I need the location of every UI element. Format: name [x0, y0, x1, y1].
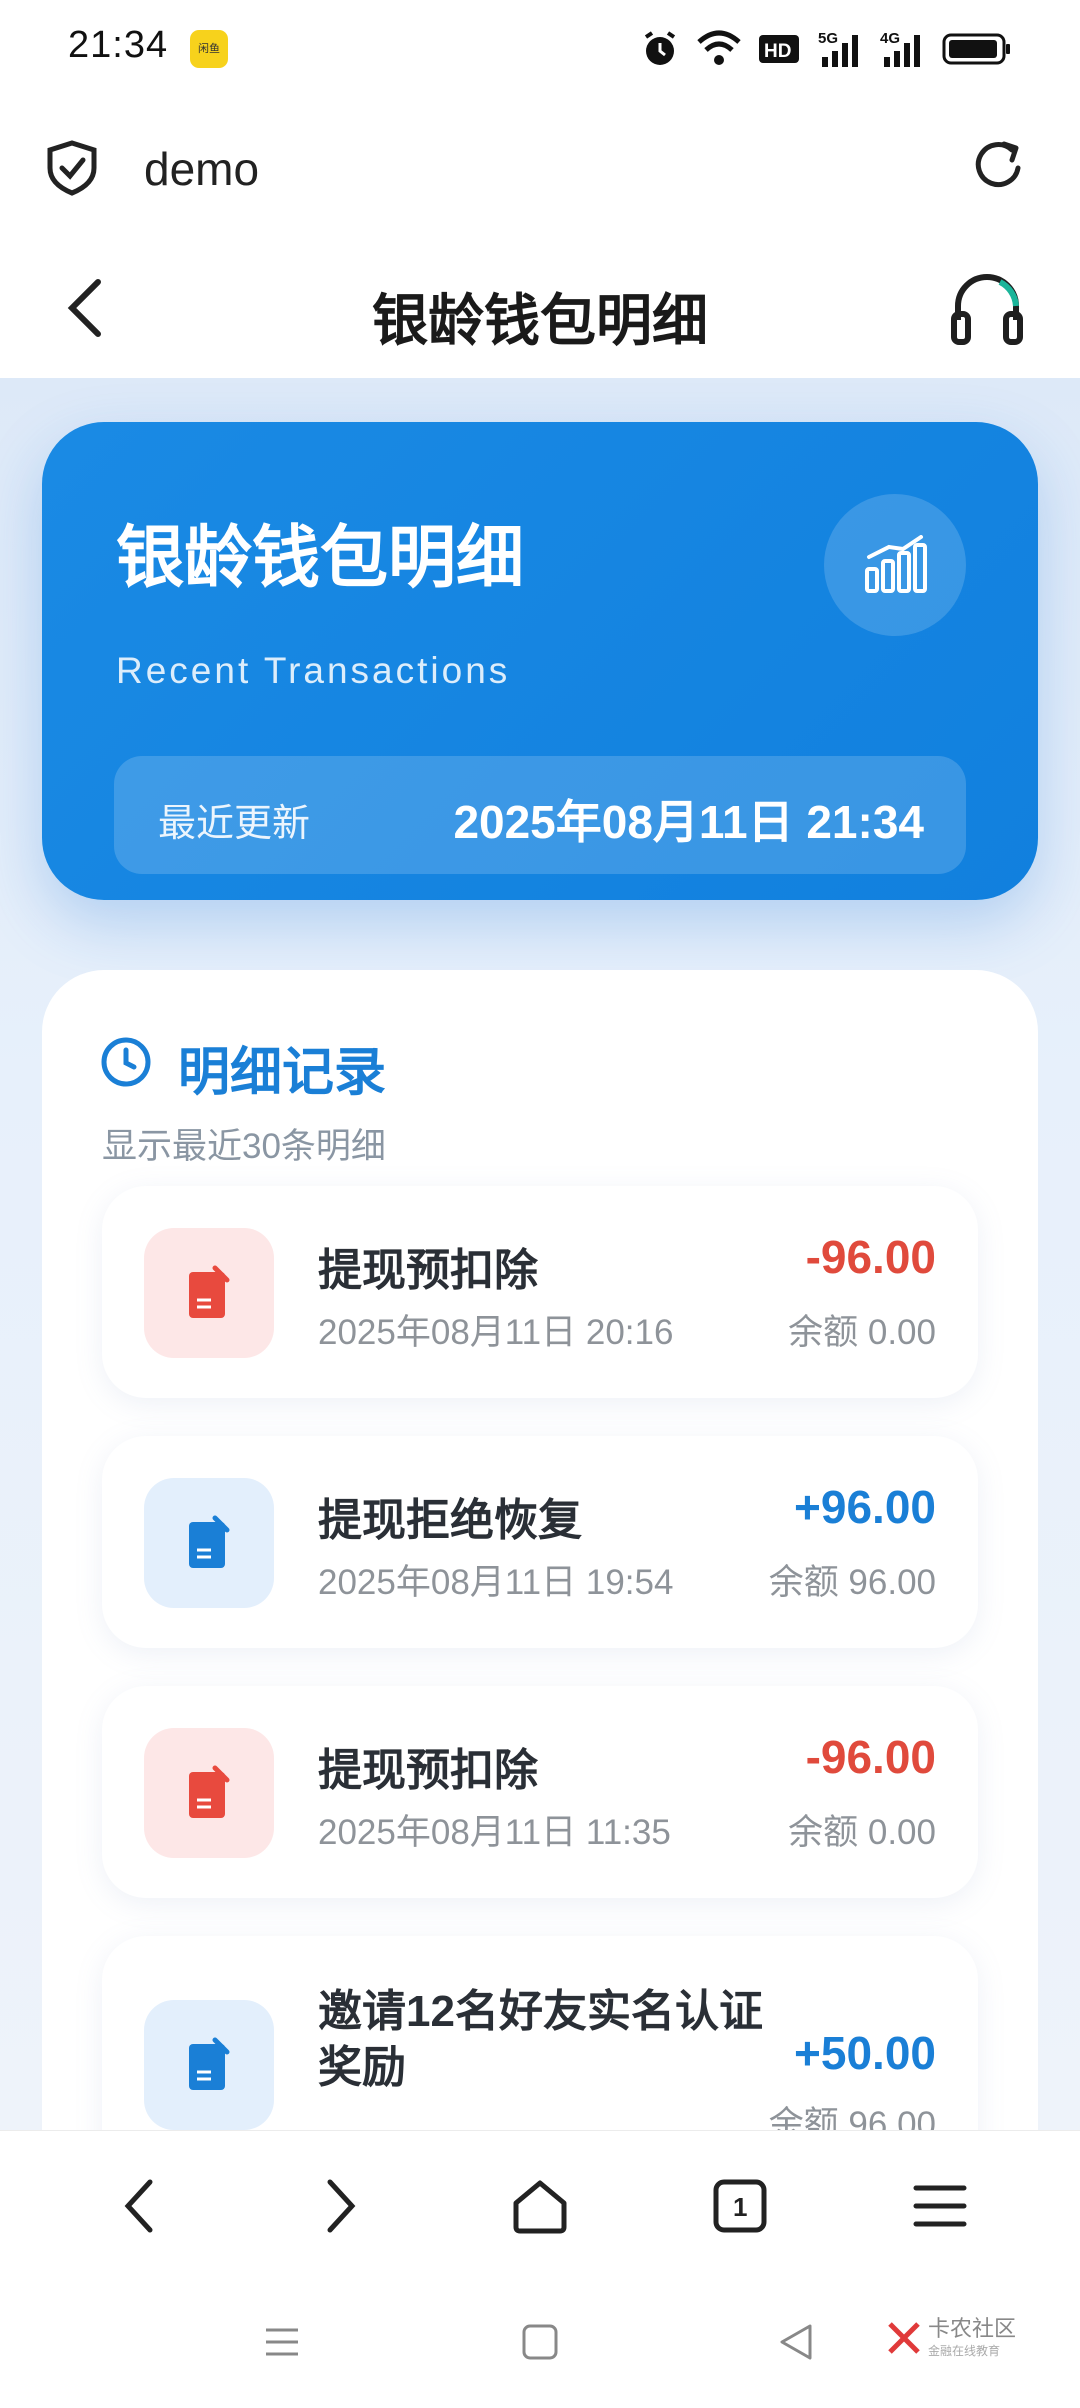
system-nav-bar: 卡农社区 金融在线教育 [0, 2280, 1080, 2408]
transaction-balance: 余额 96.00 [768, 2105, 936, 2130]
page-header: 银龄钱包明细 [0, 240, 1080, 378]
transaction-date: 2025年08月11日 20:16 [318, 1313, 674, 1352]
app-notification-icon: 闲鱼 [190, 30, 228, 68]
records-subtitle: 显示最近30条明细 [102, 1127, 386, 1166]
back-arrow-icon [124, 2179, 153, 2232]
transaction-amount: +96.00 [794, 1481, 936, 1533]
home-icon [513, 2180, 567, 2233]
recents-icon[interactable] [262, 2322, 302, 2362]
document-edit-icon [189, 1765, 230, 1818]
browser-back-button[interactable] [100, 2166, 180, 2246]
battery-icon [942, 33, 1010, 65]
transaction-balance: 余额 0.00 [788, 1813, 936, 1852]
update-box: 最近更新 2025年08月11日 21:34 [114, 756, 966, 874]
alarm-icon [644, 31, 676, 65]
signal-4g-label: 4G [880, 30, 900, 47]
transaction-title: 提现预扣除 [318, 1746, 538, 1795]
stats-button[interactable] [824, 494, 966, 636]
transaction-item[interactable]: 邀请12名好友实名认证奖励 +50.00 余额 96.00 [102, 1936, 978, 2130]
transaction-balance: 余额 96.00 [768, 1563, 936, 1602]
document-edit-icon [189, 1265, 230, 1318]
tabs-icon: 1 [713, 2179, 767, 2232]
transaction-amount: +50.00 [794, 2027, 936, 2079]
transaction-balance: 余额 0.00 [788, 1313, 936, 1352]
status-icons: HD 5G 4G [640, 28, 1012, 70]
content-area: 银龄钱包明细 Recent Transactions 最近更新 2025年08月… [0, 378, 1080, 2130]
signal-5g-icon: 5G [818, 30, 858, 67]
status-time: 21:34 [68, 24, 169, 66]
watermark: 卡农社区 金融在线教育 [886, 2316, 1016, 2359]
browser-menu-button[interactable] [900, 2166, 980, 2246]
document-edit-icon [189, 1515, 230, 1568]
records-title: 明细记录 [178, 1044, 387, 1102]
transaction-icon-container [144, 1478, 274, 1608]
browser-home-button[interactable] [500, 2166, 580, 2246]
records-card: 明细记录 显示最近30条明细 提现预扣除 2025年08月11日 20:16 -… [42, 970, 1038, 2130]
menu-icon [913, 2185, 967, 2226]
reload-icon[interactable] [972, 138, 1028, 194]
transaction-date: 2025年08月11日 19:54 [318, 1563, 674, 1602]
hd-label: HD [764, 41, 791, 62]
status-bar: 21:34 闲鱼 HD 5G 4G [0, 0, 1080, 98]
watermark-text: 卡农社区 [927, 2316, 1016, 2341]
transaction-item[interactable]: 提现预扣除 2025年08月11日 20:16 -96.00 余额 0.00 [102, 1186, 978, 1398]
transaction-icon-container [144, 2000, 274, 2130]
hero-subtitle: Recent Transactions [116, 650, 511, 691]
transaction-icon-container [144, 1228, 274, 1358]
watermark-subtext: 金融在线教育 [927, 2344, 1000, 2358]
headset-icon[interactable] [948, 270, 1026, 348]
forward-arrow-icon [327, 2179, 356, 2232]
shield-icon[interactable] [46, 140, 98, 196]
signal-5g-label: 5G [818, 30, 838, 47]
browser-bottom-nav: 1 [0, 2130, 1080, 2280]
update-value: 2025年08月11日 21:34 [453, 796, 924, 848]
browser-tabs-button[interactable]: 1 [700, 2166, 780, 2246]
transaction-title: 提现预扣除 [318, 1246, 538, 1295]
transaction-title: 提现拒绝恢复 [318, 1496, 582, 1545]
transaction-amount: -96.00 [805, 1731, 936, 1783]
watermark-logo-icon [888, 2321, 920, 2354]
transaction-date: 2025年08月11日 11:35 [318, 1813, 671, 1852]
transaction-title: 邀请12名好友实名认证奖励 [318, 1987, 763, 2092]
browser-url[interactable]: demo [144, 142, 259, 196]
transaction-item[interactable]: 提现拒绝恢复 2025年08月11日 19:54 +96.00 余额 96.00 [102, 1436, 978, 1648]
signal-4g-icon: 4G [880, 30, 920, 67]
clock-icon [101, 1037, 151, 1087]
document-edit-icon [189, 2037, 230, 2090]
update-label: 最近更新 [158, 803, 311, 845]
transaction-list: 提现预扣除 2025年08月11日 20:16 -96.00 余额 0.00 提… [102, 1186, 978, 2130]
chart-bar-icon [865, 535, 927, 593]
browser-forward-button[interactable] [300, 2166, 380, 2246]
page-title: 银龄钱包明细 [372, 289, 708, 352]
hd-icon: HD [759, 35, 799, 63]
browser-bar: demo [0, 98, 1080, 240]
tab-count: 1 [733, 2192, 747, 2222]
transaction-amount: -96.00 [805, 1231, 936, 1283]
transaction-item[interactable]: 提现预扣除 2025年08月11日 11:35 -96.00 余额 0.00 [102, 1686, 978, 1898]
back-triangle-icon[interactable] [776, 2322, 816, 2362]
wifi-icon [697, 30, 741, 65]
transaction-icon-container [144, 1728, 274, 1858]
hero-title: 银龄钱包明细 [116, 520, 525, 596]
hero-card: 银龄钱包明细 Recent Transactions 最近更新 2025年08月… [42, 422, 1038, 900]
home-square-icon[interactable] [520, 2322, 560, 2362]
